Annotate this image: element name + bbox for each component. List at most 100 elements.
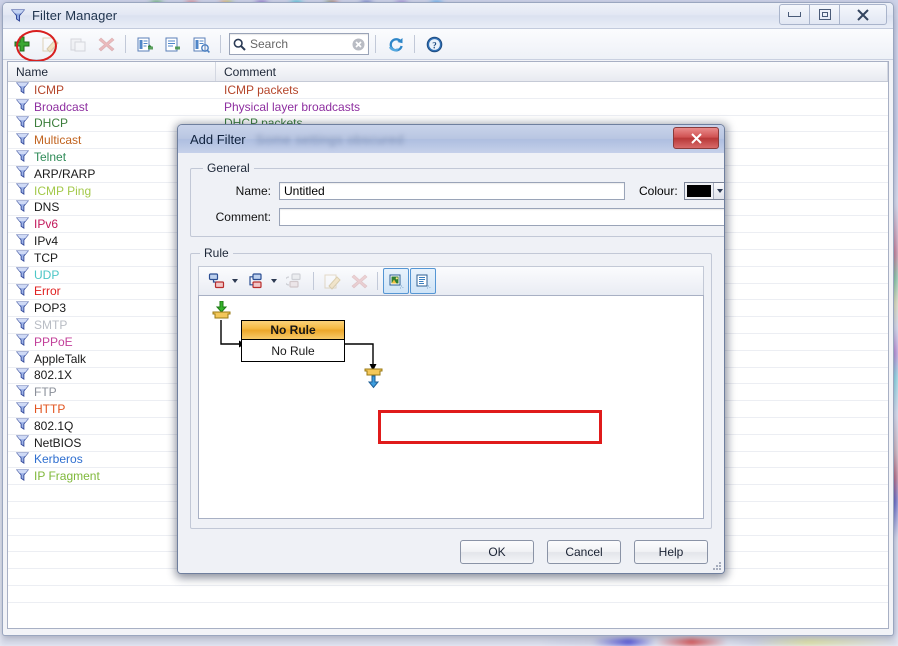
rule-node-title: No Rule [242, 321, 344, 340]
filter-name-label: UDP [34, 267, 60, 282]
import-filters-button[interactable] [132, 31, 158, 57]
funnel-icon [15, 334, 30, 349]
chevron-down-icon[interactable] [712, 183, 724, 199]
funnel-icon [15, 435, 30, 450]
name-label: Name: [235, 184, 271, 198]
delete-rule-button [346, 268, 372, 294]
minimize-button[interactable] [779, 4, 810, 25]
refresh-icon [388, 37, 403, 51]
funnel-icon [15, 469, 30, 481]
funnel-icon [15, 133, 30, 145]
accept-in-icon[interactable] [212, 300, 231, 324]
filter-name-label: DHCP [34, 116, 69, 131]
funnel-icon [15, 183, 30, 196]
funnel-icon [15, 334, 30, 347]
copy-icon [70, 38, 85, 51]
delete-x-icon [98, 37, 114, 51]
funnel-icon [15, 82, 30, 97]
edit-filter-button [37, 31, 63, 57]
name-input[interactable]: Untitled [279, 182, 625, 200]
add-and-rule-button[interactable] [204, 268, 230, 294]
funnel-icon [15, 469, 30, 484]
general-group-legend: General [207, 161, 250, 175]
cancel-button[interactable]: Cancel [547, 540, 621, 564]
add-filter-button[interactable] [9, 31, 35, 57]
table-row[interactable]: ICMP ICMP packets [8, 82, 888, 99]
funnel-icon [15, 267, 30, 280]
main-toolbar: Search ? [3, 29, 893, 62]
funnel-icon [15, 99, 30, 112]
toolbar-separator [375, 35, 376, 53]
comment-input[interactable] [279, 208, 724, 226]
column-header-comment[interactable]: Comment [216, 62, 888, 81]
rule-toolbar-separator [313, 272, 314, 290]
table-row-empty [8, 586, 888, 603]
filter-comment-cell: Physical layer broadcasts [224, 99, 361, 114]
funnel-icon [15, 301, 30, 316]
filter-name-label: FTP [34, 385, 57, 400]
funnel-icon [15, 318, 30, 333]
add-or-rule-button[interactable] [243, 268, 269, 294]
export-selected-button[interactable] [188, 31, 214, 57]
table-row[interactable]: Broadcast Physical layer broadcasts [8, 99, 888, 116]
export-icon [165, 37, 180, 51]
zoom-fit-button[interactable] [383, 268, 409, 294]
column-header-name[interactable]: Name [8, 62, 216, 81]
add-and-rule-dropdown-caret[interactable] [232, 279, 238, 283]
plus-icon [14, 36, 30, 52]
rule-canvas[interactable]: No Rule No Rule [198, 295, 704, 519]
filter-name-label: IP Fragment [34, 469, 100, 484]
funnel-icon [15, 234, 30, 249]
comment-label: Comment: [215, 210, 271, 224]
funnel-icon [15, 401, 30, 414]
export-filters-button[interactable] [160, 31, 186, 57]
rule-group-legend: Rule [204, 246, 229, 260]
filter-name-label: SMTP [34, 318, 68, 333]
pencil-icon [42, 37, 59, 53]
rule-node[interactable]: No Rule No Rule [241, 320, 345, 362]
ok-button[interactable]: OK [460, 540, 534, 564]
background-bottom-strip [0, 638, 898, 646]
accept-out-icon[interactable] [364, 368, 383, 393]
funnel-icon [15, 401, 30, 417]
funnel-icon [15, 385, 30, 397]
filter-name-label: IPv6 [34, 217, 59, 232]
dialog-close-button[interactable] [673, 127, 719, 149]
add-or-rule-dropdown-caret[interactable] [271, 279, 277, 283]
funnel-icon [15, 418, 30, 433]
help-button[interactable]: Help [634, 540, 708, 564]
close-button[interactable] [839, 4, 887, 25]
filter-name-label: ICMP Ping [34, 183, 92, 198]
funnel-icon [15, 217, 30, 232]
rule-toolbar [198, 266, 704, 295]
delete-filter-button [93, 31, 119, 57]
search-input[interactable]: Search [229, 33, 369, 55]
resize-grip[interactable] [710, 559, 721, 570]
rule-node-body: No Rule [242, 340, 344, 361]
window-titlebar[interactable]: Filter Manager [3, 3, 893, 29]
funnel-icon [15, 183, 30, 198]
colour-picker[interactable] [683, 182, 724, 200]
help-button[interactable]: ? [421, 31, 447, 57]
dialog-titlebar[interactable]: Add Filter Some settings obscured [178, 125, 724, 154]
funnel-icon [15, 318, 30, 330]
funnel-icon [15, 351, 30, 366]
filter-name-label: Multicast [34, 133, 82, 148]
comment-field-row: Comment: [201, 208, 724, 226]
dialog-subtitle-blurred: Some settings obscured [255, 131, 404, 147]
funnel-icon [15, 284, 30, 296]
maximize-button[interactable] [809, 4, 840, 25]
refresh-button[interactable] [382, 31, 408, 57]
add-node-icon [208, 273, 225, 289]
funnel-icon [15, 418, 30, 431]
colour-label: Colour: [639, 184, 678, 198]
funnel-icon [15, 200, 30, 215]
rule-group: Rule No Rule No Rule [190, 246, 712, 529]
funnel-icon [11, 9, 25, 22]
clear-circle-icon[interactable] [352, 38, 365, 51]
filter-comment-cell: ICMP packets [224, 82, 299, 97]
filter-name-label: ICMP [34, 82, 64, 97]
filter-name-cell: Broadcast [8, 99, 216, 114]
filter-name-label: PPPoE [34, 334, 73, 349]
show-details-button[interactable] [410, 268, 436, 294]
